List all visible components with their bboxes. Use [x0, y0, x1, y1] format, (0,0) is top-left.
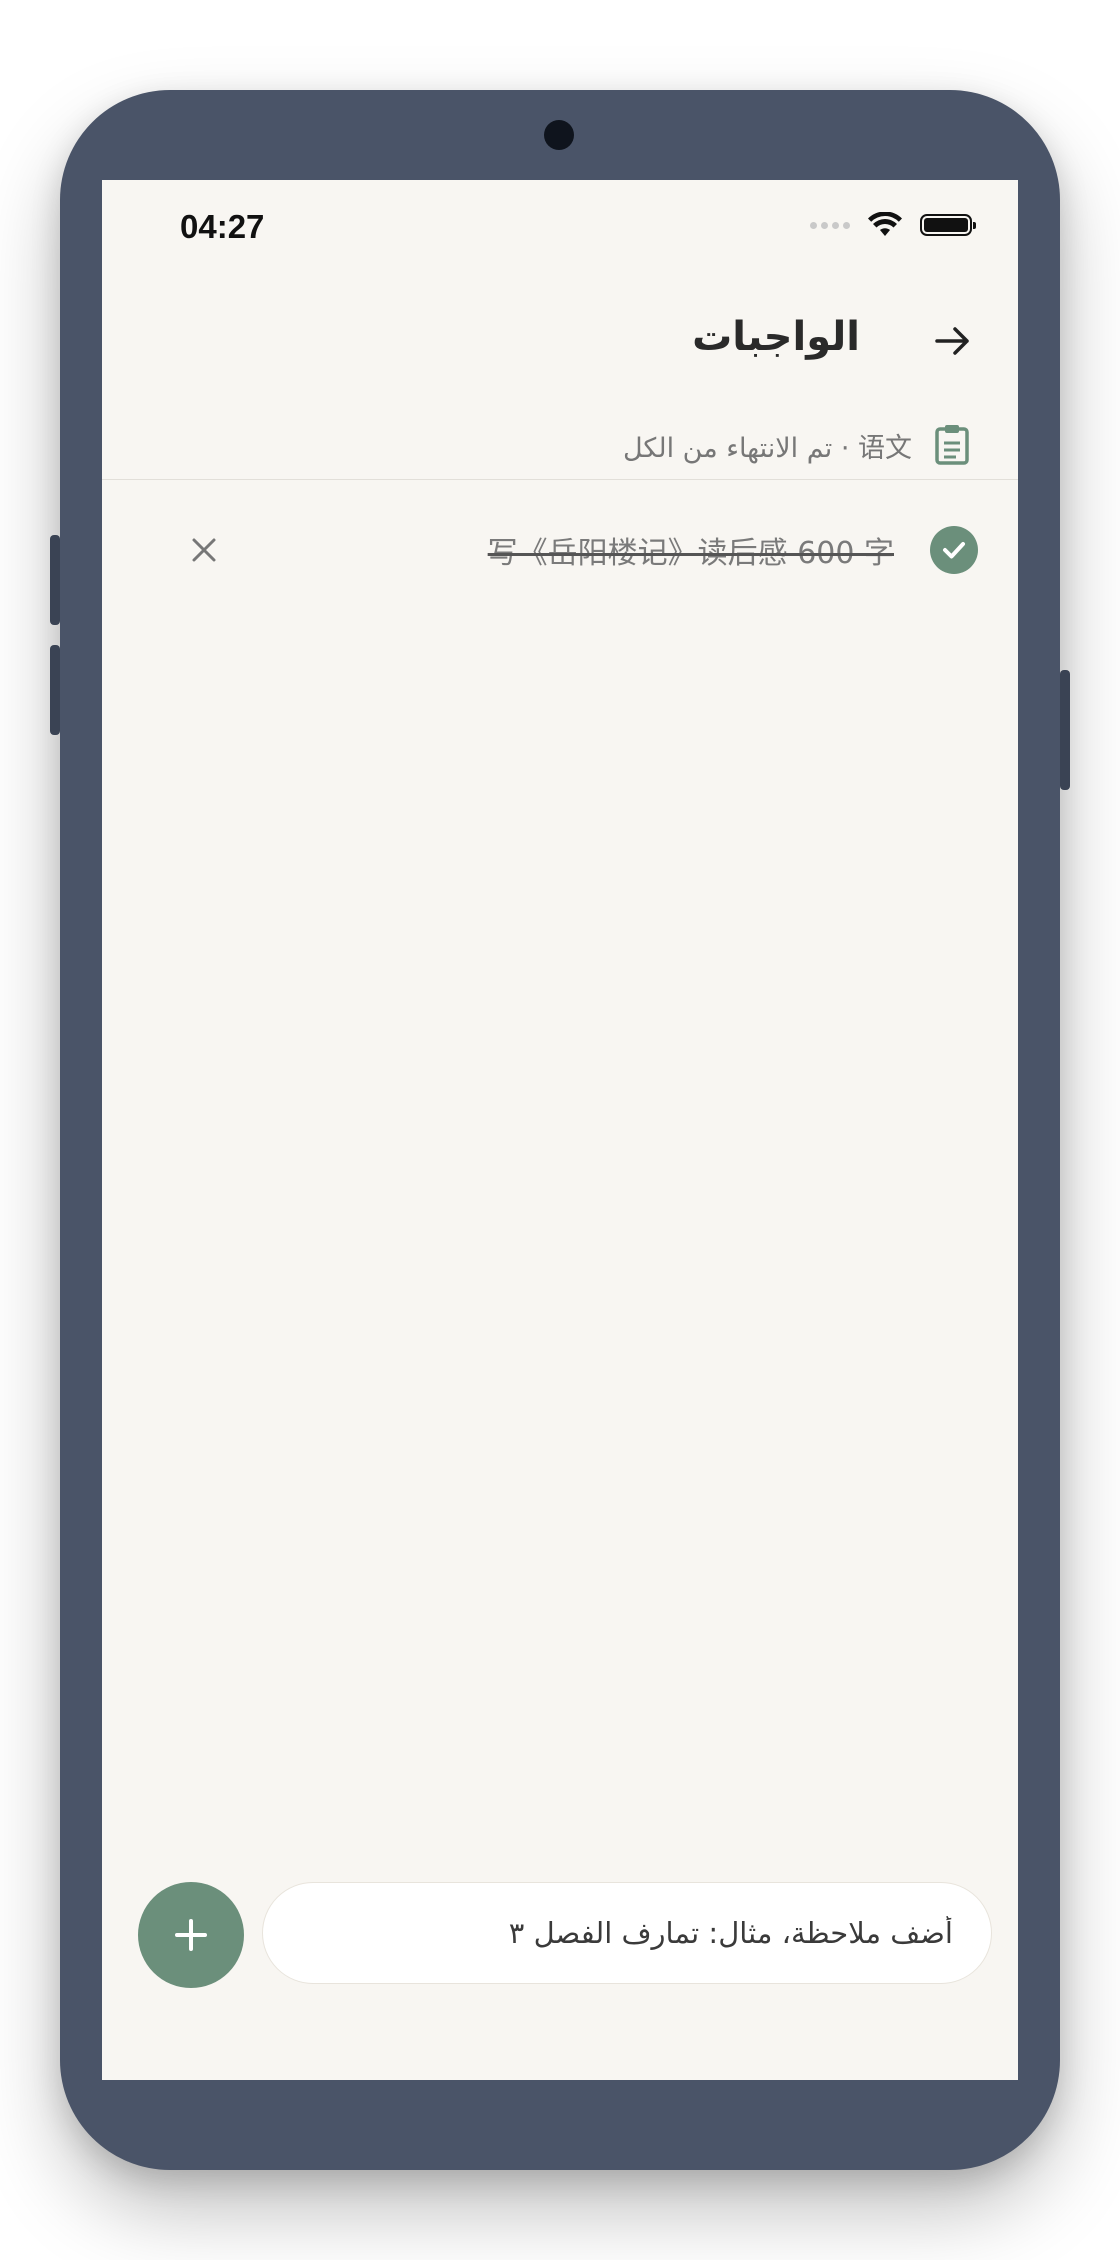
checkmark-icon — [943, 542, 965, 559]
back-button[interactable] — [928, 316, 978, 366]
status-icons — [810, 212, 976, 238]
subject-status-text: 语文 · تم الانتهاء من الكل — [622, 433, 912, 464]
volume-button — [50, 645, 60, 735]
note-input[interactable] — [262, 1882, 992, 1984]
arrow-right-icon — [935, 327, 969, 355]
front-camera — [544, 120, 574, 150]
status-bar: 04:27 — [102, 180, 1018, 280]
page-title: الواجبات — [692, 314, 860, 360]
task-text: 写《岳阳楼记》读后感 600 字 — [487, 536, 894, 571]
power-button — [1060, 670, 1070, 790]
status-time: 04:27 — [180, 208, 265, 245]
add-note-button[interactable] — [138, 1882, 244, 1988]
cellular-signal-icon — [810, 221, 850, 229]
plus-icon — [175, 1919, 207, 1951]
task-complete-toggle[interactable] — [930, 526, 978, 574]
task-item: 写《岳阳楼记》读后感 600 字 — [102, 500, 1018, 600]
clipboard-icon — [935, 425, 969, 465]
phone-frame: 04:27 الواجبات 语文 · تم الانتهاء من الكل … — [50, 90, 1070, 2170]
app-screen: 04:27 الواجبات 语文 · تم الانتهاء من الكل … — [102, 180, 1018, 2080]
wifi-icon — [868, 212, 902, 236]
subject-summary: 语文 · تم الانتهاء من الكل — [102, 410, 1018, 480]
app-header: الواجبات — [102, 290, 1018, 400]
mute-switch — [50, 535, 60, 625]
battery-icon — [920, 214, 976, 236]
delete-task-button[interactable] — [182, 528, 226, 572]
close-icon — [192, 538, 216, 562]
